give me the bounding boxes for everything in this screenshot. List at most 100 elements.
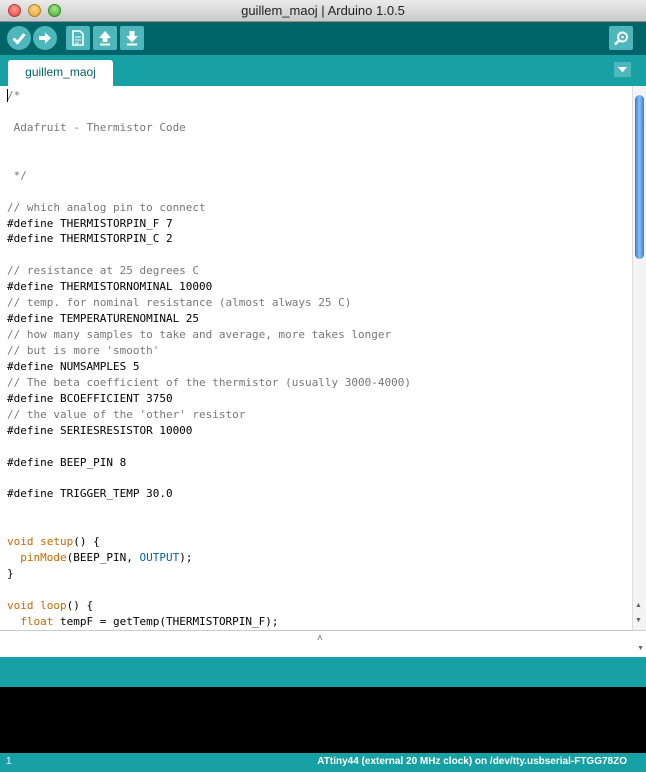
checkmark-icon [12,33,26,45]
code-line: /* [7,88,411,104]
code-token: pinMode [20,551,67,565]
code-line: #define BCOEFFICIENT 3750 [7,391,411,407]
serial-monitor-button[interactable] [609,26,633,50]
text-cursor [7,89,8,102]
code-token: #define THERMISTORPIN_C 2 [7,232,173,246]
code-token: #define BEEP_PIN 8 [7,455,127,469]
code-token: // temp. for nominal resistance (almost … [7,296,352,310]
title-bar: guillem_maoj | Arduino 1.0.5 [0,0,646,22]
code-token: #define TEMPERATURENOMINAL 25 [7,312,200,326]
code-token: void [7,535,34,549]
toolbar [0,22,646,55]
code-line: Adafruit - Thermistor Code [7,120,411,136]
code-token: ); [179,551,193,565]
code-line: float tempF = getTemp(THERMISTORPIN_F); [7,614,411,630]
code-token: // the value of the 'other' resistor [7,407,246,421]
code-token: // how many samples to take and average,… [7,328,392,342]
scrollbar-thumb[interactable] [635,95,644,259]
code-line: } [7,566,411,582]
code-line: #define BEEP_PIN 8 [7,455,411,471]
message-area [0,657,646,687]
upload-button[interactable] [33,26,57,50]
open-button[interactable] [93,26,117,50]
new-button[interactable] [66,26,90,50]
code-token: Adafruit - Thermistor Code [7,120,186,134]
code-token: #define THERMISTORNOMINAL 10000 [7,280,213,294]
code-line: // but is more 'smooth' [7,343,411,359]
code-line: #define THERMISTORPIN_C 2 [7,231,411,247]
code-line: void loop() { [7,598,411,614]
code-token: #define TRIGGER_TEMP 30.0 [7,487,173,501]
code-line: #define SERIESRESISTOR 10000 [7,423,411,439]
code-editor[interactable]: /* Adafruit - Thermistor Code */ // which… [0,86,646,630]
code-line: // resistance at 25 degrees C [7,263,411,279]
code-token: () { [73,535,100,549]
window-title: guillem_maoj | Arduino 1.0.5 [241,3,405,18]
code-token: OUTPUT [139,551,180,565]
code-token: // resistance at 25 degrees C [7,264,200,278]
code-token: #define THERMISTORPIN_F 7 [7,216,173,230]
status-bar: 1 ATtiny44 (external 20 MHz clock) on /d… [0,753,646,772]
save-button[interactable] [120,26,144,50]
console-output [0,687,646,753]
scroll-up-arrow-icon[interactable]: ▲ [635,602,642,610]
verify-button[interactable] [7,26,31,50]
chevron-down-icon [618,67,627,73]
code-line: void setup() { [7,534,411,550]
code-token: #define NUMSAMPLES 5 [7,359,140,373]
tab-guillem-maoj[interactable]: guillem_maoj [8,60,113,86]
editor-console-divider[interactable]: ˄ ▼ [0,630,646,657]
code-line: // temp. for nominal resistance (almost … [7,295,411,311]
scroll-down-arrow-icon[interactable]: ▼ [637,645,644,652]
code-text: /* Adafruit - Thermistor Code */ // which… [7,88,411,630]
code-line: // The beta coefficient of the thermisto… [7,375,411,391]
code-token: #define BCOEFFICIENT 3750 [7,391,173,405]
new-file-icon [72,30,84,46]
board-port-info: ATtiny44 (external 20 MHz clock) on /dev… [317,756,627,767]
code-line: */ [7,168,411,184]
vertical-scrollbar[interactable]: ▲ ▼ [632,86,646,630]
code-token: } [7,567,14,581]
tab-menu-button[interactable] [614,62,631,77]
code-token: // The beta coefficient of the thermisto… [7,375,411,389]
code-line: #define TEMPERATURENOMINAL 25 [7,311,411,327]
code-line: pinMode(BEEP_PIN, OUTPUT); [7,550,411,566]
code-line: #define THERMISTORPIN_F 7 [7,216,411,232]
arrow-down-icon [126,31,138,46]
caret-up-icon: ˄ [317,633,323,644]
code-line: #define THERMISTORNOMINAL 10000 [7,279,411,295]
code-token: // which analog pin to connect [7,200,206,214]
arrow-right-icon [39,32,51,44]
scroll-down-arrow-icon[interactable]: ▼ [635,617,642,625]
code-line: // the value of the 'other' resistor [7,407,411,423]
code-token: // but is more 'smooth' [7,344,160,357]
code-token: loop [40,599,67,612]
code-token: void [7,599,34,612]
code-line: #define NUMSAMPLES 5 [7,359,411,375]
code-token: float [20,614,54,628]
code-token: (BEEP_PIN, [66,551,140,565]
line-number: 1 [6,756,12,767]
code-token: */ [7,168,27,182]
code-token: tempF = getTemp(THERMISTORPIN_F); [53,614,279,628]
code-line: // how many samples to take and average,… [7,327,411,343]
code-token: setup [40,535,74,549]
arrow-up-icon [99,31,111,46]
code-token: () { [66,599,94,612]
code-token: /* [7,89,21,102]
magnifier-icon [614,31,628,46]
code-line: // which analog pin to connect [7,200,411,216]
code-token: #define SERIESRESISTOR 10000 [7,423,193,437]
